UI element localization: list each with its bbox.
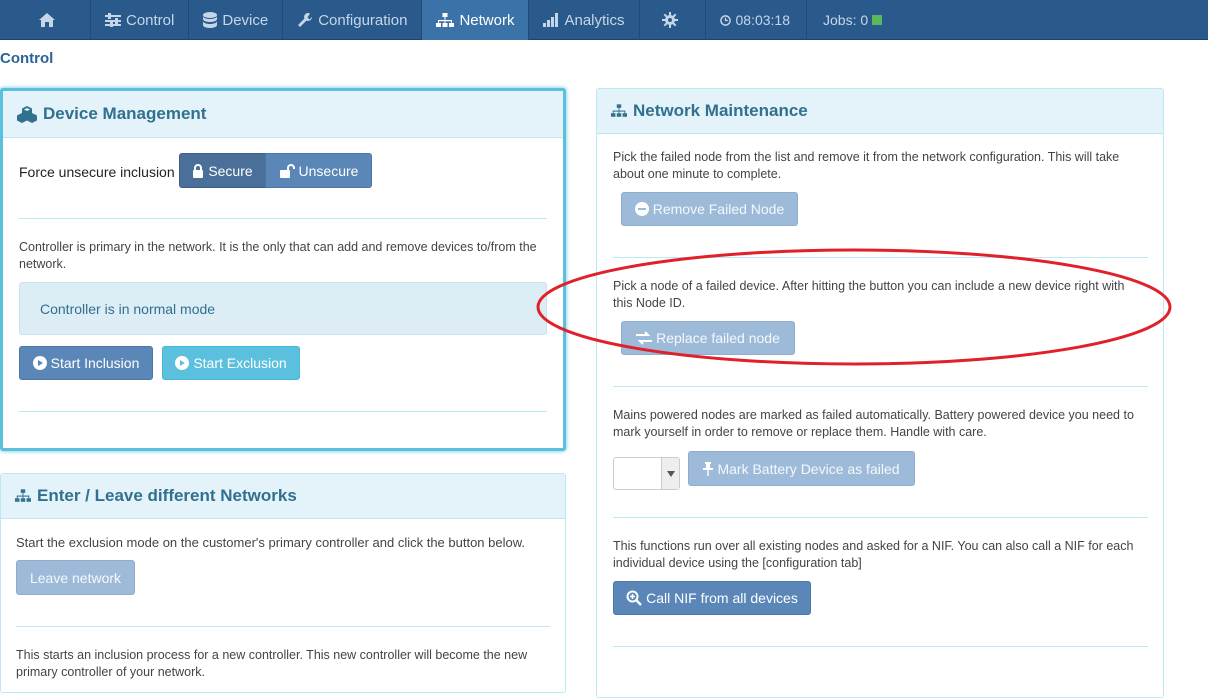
wrench-icon <box>297 12 313 28</box>
pushpin-icon <box>703 461 714 476</box>
call-nif-label: Call NIF from all devices <box>646 590 798 606</box>
divider <box>613 646 1148 647</box>
jobs-label: Jobs: 0 <box>823 12 869 28</box>
home-icon <box>38 12 56 28</box>
nav-configuration-label: Configuration <box>318 11 408 29</box>
nav-analytics[interactable]: Analytics <box>529 0 640 40</box>
nav-network[interactable]: Network <box>422 0 530 40</box>
remove-failed-description: Pick the failed node from the list and r… <box>613 150 1120 181</box>
database-icon <box>203 12 218 28</box>
divider <box>19 411 547 412</box>
clock-icon <box>719 14 731 26</box>
exclusion-instructions: Start the exclusion mode on the customer… <box>16 535 526 550</box>
call-nif-button[interactable]: Call NIF from all devices <box>613 581 811 615</box>
exchange-icon <box>636 331 653 345</box>
controller-status-text: Controller is in normal mode <box>40 300 216 317</box>
nav-network-label: Network <box>459 11 515 29</box>
nav-configuration[interactable]: Configuration <box>283 0 423 40</box>
nav-analytics-label: Analytics <box>564 11 625 29</box>
node-select[interactable] <box>613 457 680 490</box>
mark-battery-failed-label: Mark Battery Device as failed <box>717 460 900 477</box>
replace-failed-node-label: Replace failed node <box>656 330 780 346</box>
nav-control-label: Control <box>126 11 175 29</box>
unsecure-label: Unsecure <box>298 162 359 179</box>
sitemap-icon <box>611 104 627 118</box>
minus-circle-icon <box>634 202 649 216</box>
nav-settings[interactable] <box>640 0 706 40</box>
secure-label: Secure <box>208 162 253 179</box>
mark-battery-failed-button[interactable]: Mark Battery Device as failed <box>688 451 915 486</box>
enter-leave-title: Enter / Leave different Networks <box>37 486 297 505</box>
nif-description: This functions run over all existing nod… <box>613 539 1134 570</box>
play-circle-icon <box>175 356 190 370</box>
start-inclusion-label: Start Inclusion <box>50 355 140 371</box>
nav-clock: 08:03:18 <box>706 0 807 40</box>
replace-failed-description: Pick a node of a failed device. After hi… <box>613 279 1125 310</box>
divider <box>613 257 1148 258</box>
jobs-status-indicator <box>872 15 883 25</box>
network-maintenance-title: Network Maintenance <box>633 101 808 120</box>
divider <box>16 626 550 627</box>
play-circle-icon <box>32 356 47 370</box>
inclusion-description: This starts an inclusion process for a n… <box>16 648 528 679</box>
nav-control[interactable]: Control <box>91 0 190 40</box>
divider <box>613 386 1148 387</box>
sitemap-icon <box>15 489 31 503</box>
unsecure-button[interactable]: Unsecure <box>265 153 372 188</box>
device-management-heading: Device Management <box>3 91 563 138</box>
nav-jobs[interactable]: Jobs: 0 <box>807 0 898 40</box>
remove-failed-node-label: Remove Failed Node <box>652 201 785 217</box>
sitemap-icon <box>436 12 455 28</box>
start-exclusion-button[interactable]: Start Exclusion <box>162 346 300 380</box>
zoom-in-icon <box>626 590 642 606</box>
network-maintenance-heading: Network Maintenance <box>597 89 1163 134</box>
divider <box>19 218 547 219</box>
top-navbar: Control Device Configuration Network Ana… <box>0 0 1208 40</box>
remove-failed-node-button[interactable]: Remove Failed Node <box>621 192 798 226</box>
clock-time: 08:03:18 <box>735 12 791 28</box>
chevron-down-icon <box>661 458 679 489</box>
controller-description: Controller is primary in the network. It… <box>19 240 537 271</box>
cubes-icon <box>17 105 37 123</box>
nav-device[interactable]: Device <box>189 0 284 40</box>
unlock-icon <box>279 163 295 178</box>
sliders-icon <box>105 13 121 27</box>
gear-icon <box>661 12 678 28</box>
bars-icon <box>543 13 559 27</box>
divider <box>613 517 1148 518</box>
leave-network-button[interactable]: Leave network <box>16 560 135 595</box>
nav-device-label: Device <box>222 11 269 29</box>
lock-icon <box>192 163 204 178</box>
start-exclusion-label: Start Exclusion <box>193 355 287 371</box>
device-management-title: Device Management <box>43 104 207 123</box>
page-title: Control <box>0 50 54 67</box>
enter-leave-heading: Enter / Leave different Networks <box>1 474 565 519</box>
mains-powered-description: Mains powered nodes are marked as failed… <box>613 408 1134 439</box>
nav-home[interactable] <box>0 0 91 40</box>
secure-button[interactable]: Secure <box>179 153 266 188</box>
force-unsecure-label: Force unsecure inclusion <box>19 164 175 180</box>
replace-failed-node-button[interactable]: Replace failed node <box>621 321 795 355</box>
leave-network-label: Leave network <box>29 569 122 586</box>
controller-status-alert: Controller is in normal mode <box>19 282 547 335</box>
start-inclusion-button[interactable]: Start Inclusion <box>19 346 153 380</box>
